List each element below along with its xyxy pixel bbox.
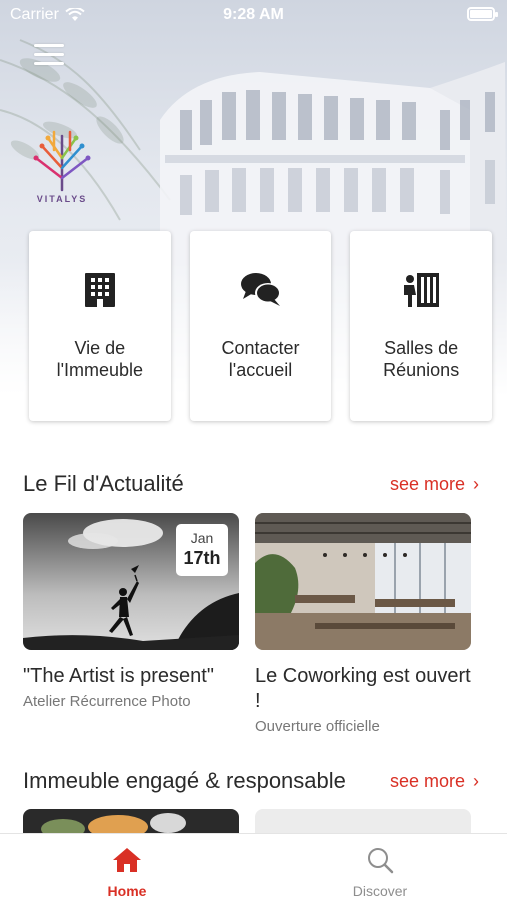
hamburger-line (34, 53, 64, 56)
news-see-more-link[interactable]: see more › (390, 474, 479, 495)
see-more-label: see more (389, 474, 465, 494)
home-icon (113, 848, 141, 872)
news-card-image: Jan 17th (23, 513, 239, 650)
menu-button[interactable] (34, 44, 64, 68)
news-card[interactable]: Jan 17th "The Artist is present" Atelier… (23, 513, 239, 710)
news-card-subtitle: Atelier Récurrence Photo (23, 693, 191, 710)
news-card-image (255, 513, 471, 650)
news-card-title: "The Artist is present" (23, 665, 214, 687)
tile-label: Vie de l'Immeuble (56, 338, 144, 380)
date-badge: Jan 17th (176, 524, 228, 576)
chat-bubbles-icon (240, 273, 281, 306)
engaged-section-title: Immeuble engagé & responsable (23, 768, 346, 793)
engaged-card-image[interactable] (23, 809, 239, 833)
tab-bar: Home Discover (0, 833, 507, 900)
search-icon (368, 848, 394, 874)
tile-contacter-accueil[interactable]: Contacter l'accueil (189, 231, 332, 421)
chevron-right-icon: › (473, 771, 479, 791)
logo-tree-icon (33, 130, 91, 192)
tile-vie-immeuble[interactable]: Vie de l'Immeuble (29, 231, 171, 421)
tab-home[interactable]: Home (67, 846, 187, 899)
tile-label: Contacter l'accueil (221, 338, 300, 380)
building-icon (84, 273, 115, 307)
news-card-subtitle: Ouverture officielle (255, 718, 380, 735)
clock: 9:28 AM (223, 6, 284, 23)
quick-actions: Vie de l'Immeuble Contacter l'accueil Sa… (29, 231, 493, 421)
date-month: Jan (190, 530, 214, 546)
engaged-card-image[interactable] (255, 809, 471, 833)
hamburger-line (34, 62, 64, 65)
battery-icon (467, 7, 498, 21)
logo-wordmark: VITALYS (36, 194, 88, 204)
tab-discover[interactable]: Discover (320, 846, 440, 899)
tile-label: Salles de Réunions (383, 338, 460, 380)
hamburger-line (34, 44, 64, 47)
date-day: 17th (183, 548, 221, 568)
news-card-title: Le Coworking est ouvert ! (255, 665, 471, 712)
vitalys-logo: VITALYS (28, 128, 96, 210)
tab-label: Home (107, 883, 147, 899)
engaged-see-more-link[interactable]: see more › (390, 771, 479, 792)
chevron-right-icon: › (473, 474, 479, 494)
meeting-room-icon (404, 273, 440, 307)
coworking-photo (255, 513, 471, 650)
food-photo (23, 809, 239, 833)
tile-salles-reunions[interactable]: Salles de Réunions (350, 231, 493, 421)
tab-label: Discover (352, 883, 408, 899)
news-section-title: Le Fil d'Actualité (23, 471, 184, 496)
news-card[interactable]: Le Coworking est ouvert ! Ouverture offi… (255, 513, 471, 735)
status-bar: Carrier 9:28 AM (0, 0, 507, 30)
see-more-label: see more (389, 771, 465, 791)
